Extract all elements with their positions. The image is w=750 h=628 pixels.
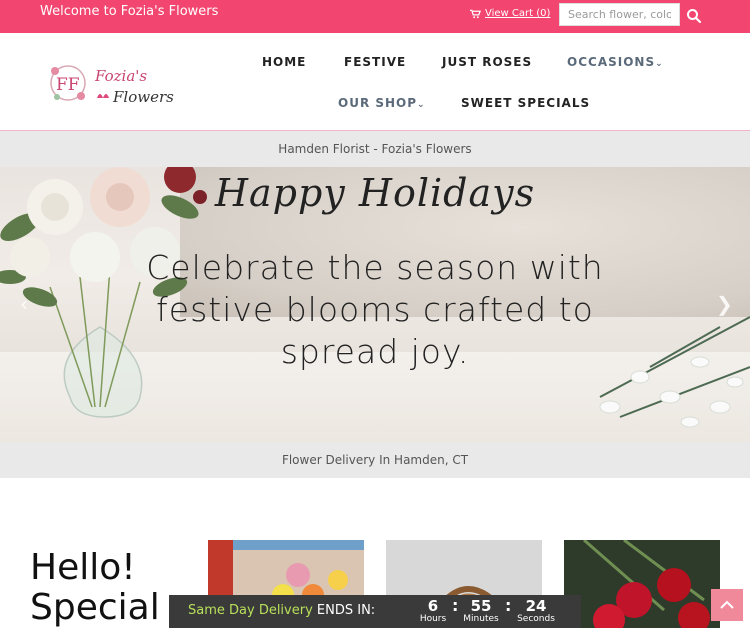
nav-home[interactable]: HOME [262, 55, 306, 69]
nav-our-shop-label: OUR SHOP [338, 96, 418, 110]
same-day-countdown: Same Day Delivery ENDS IN: 6 Hours : 55 … [169, 595, 581, 628]
product-image [564, 540, 720, 628]
chevron-down-icon: ⌄ [417, 100, 426, 110]
nav-sweet-specials[interactable]: SWEET SPECIALS [461, 96, 590, 110]
svg-text:FF: FF [56, 75, 80, 95]
hero-banner[interactable]: Happy Holidays Celebrate the season with… [0, 167, 750, 442]
hello-line2: Special [30, 587, 160, 628]
countdown-hours: 6 [427, 597, 439, 615]
cart-icon [470, 9, 481, 18]
svg-text:Flowers: Flowers [112, 88, 174, 106]
logo[interactable]: FF Fozia's Flowers [47, 61, 187, 107]
hero-title: Happy Holidays [214, 171, 536, 215]
next-arrow-icon[interactable]: ❯ [716, 292, 733, 316]
search-icon[interactable] [686, 8, 702, 24]
florist-band: Hamden Florist - Fozia's Flowers [0, 131, 750, 167]
countdown-minutes-label: Minutes [463, 614, 499, 624]
nav-our-shop[interactable]: OUR SHOP⌄ [338, 96, 426, 110]
top-bar: Welcome to Fozia's Flowers View Cart (0) [0, 0, 750, 33]
view-cart-link[interactable]: View Cart (0) [470, 8, 550, 19]
header: FF Fozia's Flowers HOME FESTIVE JUST ROS… [0, 33, 750, 131]
countdown-label-green: Same Day Delivery [188, 603, 313, 618]
search-input[interactable] [559, 3, 680, 26]
chevron-down-icon: ⌄ [655, 59, 664, 69]
delivery-band: Flower Delivery In Hamden, CT [0, 442, 750, 478]
cart-label: View Cart (0) [485, 8, 551, 19]
nav-just-roses[interactable]: JUST ROSES [442, 55, 532, 69]
product-card-3[interactable] [564, 540, 720, 628]
welcome-text: Welcome to Fozia's Flowers [40, 4, 219, 19]
chevron-up-icon [720, 600, 734, 609]
prev-arrow-icon[interactable]: ‹ [20, 292, 28, 316]
scroll-to-top-button[interactable] [711, 589, 743, 621]
countdown-seconds: 24 [525, 597, 547, 615]
svg-text:Fozia's: Fozia's [94, 67, 147, 85]
countdown-label-rest: ENDS IN: [312, 603, 376, 618]
nav-occasions[interactable]: OCCASIONS⌄ [567, 55, 664, 69]
countdown-minutes: 55 [470, 597, 492, 615]
nav-festive[interactable]: FESTIVE [344, 55, 406, 69]
hero-subtitle: Celebrate the season with festive blooms… [146, 248, 604, 371]
countdown-label: Same Day Delivery ENDS IN: [188, 603, 375, 618]
nav-occasions-label: OCCASIONS [567, 55, 656, 69]
hello-heading: Hello! Special [30, 548, 160, 628]
countdown-seconds-label: Seconds [517, 614, 555, 624]
countdown-hours-label: Hours [419, 614, 447, 624]
hello-line1: Hello! [30, 547, 136, 588]
